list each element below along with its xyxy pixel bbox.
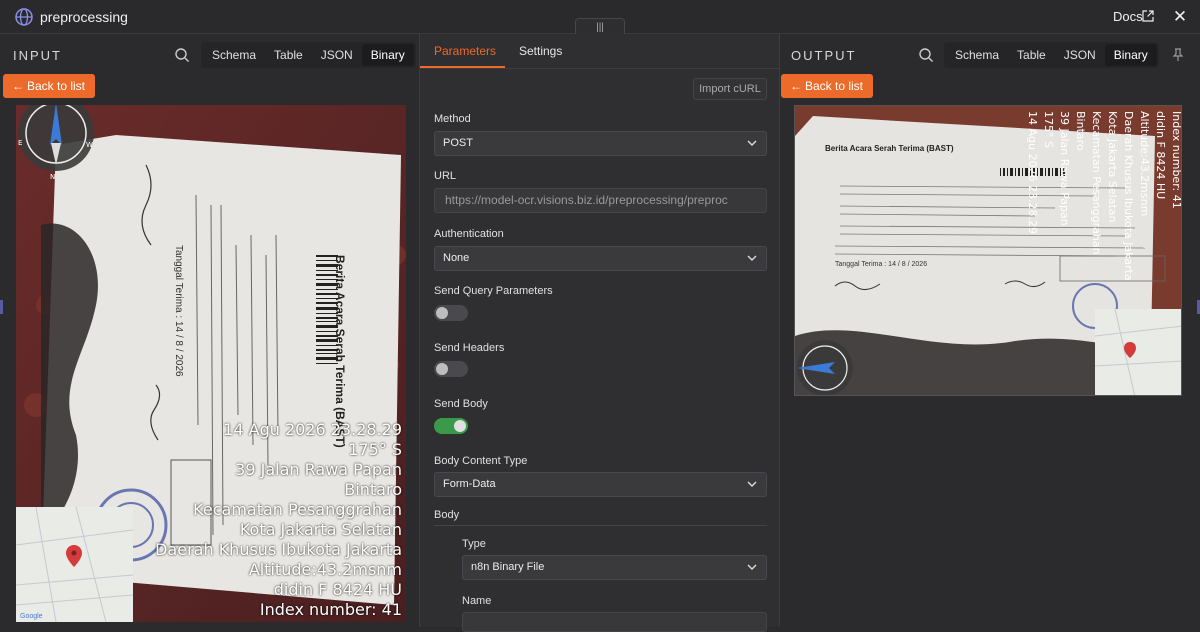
handwritten-date-text: Tanggal Terima : 14 / 8 / 2026 — [173, 245, 184, 377]
name-label: Name — [462, 595, 492, 607]
toggle-knob — [454, 420, 466, 432]
send-headers-label: Send Headers — [434, 342, 505, 354]
type-select[interactable]: n8n Binary File — [462, 555, 767, 580]
overlay-line: 175° S — [348, 440, 402, 459]
globe-icon — [15, 8, 33, 26]
method-label: Method — [434, 113, 471, 125]
rotated-overlay-line: 39 Jalan Rawa Papan — [1058, 111, 1071, 226]
svg-text:N: N — [50, 173, 55, 181]
tab-binary[interactable]: Binary — [1104, 44, 1157, 66]
rotated-overlay-line: Index number: 41 — [1170, 111, 1182, 209]
back-to-list-label: Back to list — [805, 79, 864, 93]
node-editor-window: preprocessing Docs ✕ ||| INPUT Schema Ta… — [0, 0, 1200, 632]
name-input[interactable] — [462, 612, 767, 632]
search-icon[interactable] — [174, 47, 190, 63]
url-label: URL — [434, 170, 457, 182]
authentication-value: None — [443, 252, 470, 264]
rotated-overlay-line: Altitude:43.2msnm — [1138, 111, 1151, 216]
overlay-line: Bintaro — [344, 480, 402, 499]
overlay-line: Index number: 41 — [259, 600, 402, 619]
overlay-line: Kecamatan Pesanggrahan — [193, 500, 402, 519]
chevron-down-icon — [747, 564, 757, 570]
pin-icon[interactable] — [1172, 48, 1184, 62]
left-edge-indicator — [0, 300, 3, 314]
photo-timestamp-overlay: 14 Agu 2026 23.28.29 175° S 39 Jalan Raw… — [155, 420, 402, 620]
tab-json[interactable]: JSON — [312, 44, 362, 66]
back-to-list-label: Back to list — [27, 79, 86, 93]
overlay-line: 39 Jalan Rawa Papan — [235, 460, 402, 479]
send-query-label: Send Query Parameters — [434, 285, 553, 297]
method-value: POST — [443, 137, 473, 149]
rotated-overlay-line: 14 Agu 2026 23.28.29 — [1026, 111, 1039, 234]
tab-schema[interactable]: Schema — [946, 44, 1008, 66]
chevron-down-icon — [747, 255, 757, 261]
body-content-type-select[interactable]: Form-Data — [434, 472, 767, 497]
handwritten-date-text: Tanggal Terima : 14 / 8 / 2026 — [835, 261, 927, 268]
rotated-overlay-line: 175° S — [1042, 111, 1055, 148]
overlay-line: Altitude:43.2msnm — [248, 560, 402, 579]
input-binary-image: Berita Acara Serah Terima (BAST) Tanggal… — [16, 105, 406, 622]
type-label: Type — [462, 538, 486, 550]
send-body-label: Send Body — [434, 398, 488, 410]
input-pane: INPUT Schema Table JSON Binary ← Back to… — [0, 34, 419, 627]
tab-table[interactable]: Table — [1008, 44, 1055, 66]
back-to-list-button[interactable]: ← Back to list — [781, 74, 874, 98]
node-title[interactable]: preprocessing — [40, 9, 128, 25]
close-icon[interactable]: ✕ — [1172, 7, 1188, 26]
chevron-down-icon — [747, 481, 757, 487]
tab-table[interactable]: Table — [265, 44, 312, 66]
output-pane: OUTPUT Schema Table JSON Binary ← Back t… — [780, 34, 1200, 627]
toggle-knob — [436, 307, 448, 319]
output-view-tabs: Schema Table JSON Binary — [944, 42, 1159, 68]
external-link-icon[interactable] — [1142, 10, 1154, 22]
send-headers-toggle[interactable] — [434, 361, 468, 377]
svg-text:W: W — [86, 141, 93, 149]
rotated-overlay-line: didin F 8424 HU — [1154, 111, 1167, 199]
body-content-type-value: Form-Data — [443, 478, 496, 490]
svg-text:E: E — [18, 139, 22, 147]
search-icon[interactable] — [918, 47, 934, 63]
rotated-overlay-line: Kecamatan Pesanggrahan — [1090, 111, 1103, 255]
docs-link[interactable]: Docs — [1113, 9, 1143, 24]
document-title-text: Berita Acara Serah Terima (BAST) — [825, 144, 954, 153]
type-value: n8n Binary File — [471, 561, 545, 573]
overlay-line: Daerah Khusus Ibukota Jakarta — [155, 540, 402, 559]
chevron-down-icon — [747, 140, 757, 146]
body-content-type-label: Body Content Type — [434, 455, 528, 467]
input-view-tabs: Schema Table JSON Binary — [201, 42, 416, 68]
tab-schema[interactable]: Schema — [203, 44, 265, 66]
arrow-left-icon: ← — [790, 79, 802, 93]
output-binary-image: Berita Acara Serah Terima (BAST) Tanggal… — [794, 105, 1182, 396]
authentication-select[interactable]: None — [434, 246, 767, 271]
import-curl-button[interactable]: Import cURL — [693, 78, 767, 100]
rotated-overlay-line: Bintaro — [1074, 111, 1087, 151]
parameters-pane: Parameters Settings Import cURL Method P… — [419, 34, 780, 632]
body-divider — [434, 525, 767, 526]
overlay-line: 14 Agu 2026 23.28.29 — [223, 420, 402, 439]
arrow-left-icon: ← — [12, 79, 24, 93]
document-title-text: Berita Acara Serah Terima (BAST) — [333, 255, 347, 448]
output-pane-label: OUTPUT — [791, 48, 857, 63]
overlay-line: didin F 8424 HU — [273, 580, 402, 599]
tab-parameters[interactable]: Parameters — [434, 44, 496, 58]
send-body-toggle[interactable] — [434, 418, 468, 434]
tab-settings[interactable]: Settings — [519, 44, 562, 58]
toggle-knob — [436, 363, 448, 375]
method-select[interactable]: POST — [434, 131, 767, 156]
tab-divider — [420, 68, 780, 69]
back-to-list-button[interactable]: ← Back to list — [3, 74, 96, 98]
send-query-toggle[interactable] — [434, 305, 468, 321]
rotated-overlay-line: Kota Jakarta Selatan — [1106, 111, 1119, 223]
tab-json[interactable]: JSON — [1055, 44, 1105, 66]
tab-binary[interactable]: Binary — [361, 44, 414, 66]
authentication-label: Authentication — [434, 228, 504, 240]
svg-text:Google: Google — [20, 613, 43, 620]
body-label: Body — [434, 509, 460, 521]
input-pane-label: INPUT — [13, 48, 62, 63]
overlay-line: Kota Jakarta Selatan — [239, 520, 402, 539]
rotated-overlay-line: Daerah Khusus Ibukota Jakarta — [1122, 111, 1135, 281]
url-input[interactable]: https://model-ocr.visions.biz.id/preproc… — [434, 188, 767, 213]
